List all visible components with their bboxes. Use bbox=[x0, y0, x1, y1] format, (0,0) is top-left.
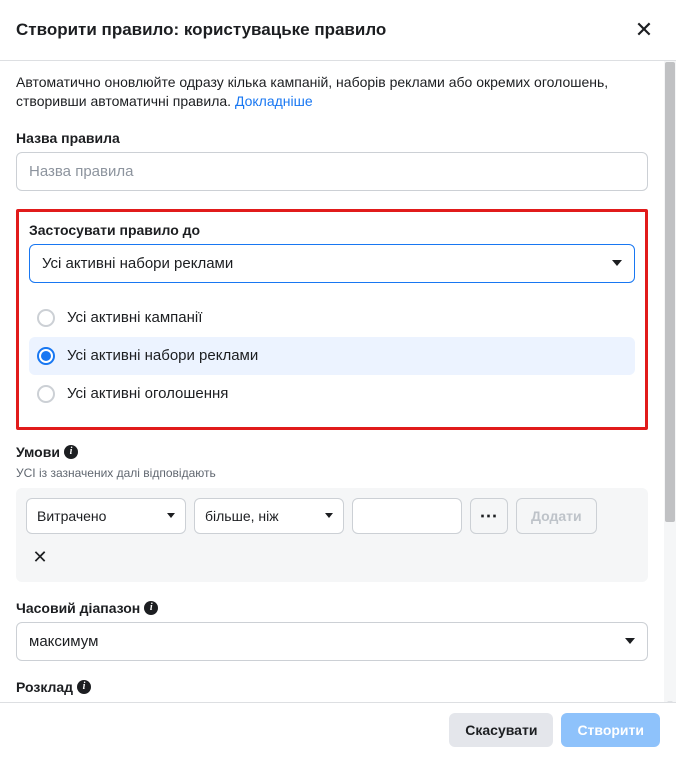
schedule-label: Розклад i bbox=[16, 679, 648, 695]
create-button[interactable]: Створити bbox=[561, 713, 660, 747]
radio-dot-icon bbox=[41, 351, 51, 361]
modal-content: Автоматично оновлюйте одразу кілька камп… bbox=[0, 61, 664, 711]
chevron-down-icon bbox=[625, 638, 635, 644]
operator-value: більше, ніж bbox=[205, 508, 279, 524]
close-button[interactable]: ✕ bbox=[628, 14, 660, 46]
condition-remove-button[interactable]: ✕ bbox=[26, 544, 54, 572]
apply-to-option-campaigns[interactable]: Усі активні кампанії bbox=[29, 299, 635, 337]
info-icon[interactable]: i bbox=[144, 601, 158, 615]
time-range-label: Часовий діапазон i bbox=[16, 600, 648, 616]
option-label: Усі активні оголошення bbox=[67, 385, 228, 402]
schedule-label-text: Розклад bbox=[16, 679, 73, 695]
apply-to-option-adsets[interactable]: Усі активні набори реклами bbox=[29, 337, 635, 375]
condition-operator-select[interactable]: більше, ніж bbox=[194, 498, 344, 534]
rule-name-label: Назва правила bbox=[16, 130, 648, 146]
condition-add-button[interactable]: Додати bbox=[516, 498, 597, 534]
modal-title: Створити правило: користувацьке правило bbox=[16, 20, 386, 40]
apply-to-option-ads[interactable]: Усі активні оголошення bbox=[29, 375, 635, 413]
intro-text: Автоматично оновлюйте одразу кілька камп… bbox=[16, 73, 648, 112]
apply-to-label: Застосувати правило до bbox=[29, 222, 635, 238]
condition-row: Витрачено більше, ніж ⋯ Додати bbox=[16, 488, 648, 534]
learn-more-link[interactable]: Докладніше bbox=[235, 93, 313, 109]
close-icon: ✕ bbox=[635, 17, 653, 42]
close-icon: ✕ bbox=[32, 547, 47, 568]
apply-to-highlight: Застосувати правило до Усі активні набор… bbox=[16, 209, 648, 430]
time-range-select[interactable]: максимум bbox=[16, 622, 648, 661]
cancel-button[interactable]: Скасувати bbox=[449, 713, 553, 747]
time-range-value: максимум bbox=[29, 633, 98, 650]
conditions-label: Умови i bbox=[16, 444, 648, 460]
modal-footer: Скасувати Створити bbox=[0, 702, 676, 757]
scrollbar-thumb[interactable] bbox=[665, 62, 675, 522]
chevron-down-icon bbox=[612, 260, 622, 266]
time-range-label-text: Часовий діапазон bbox=[16, 600, 140, 616]
info-icon[interactable]: i bbox=[64, 445, 78, 459]
option-label: Усі активні набори реклами bbox=[67, 347, 258, 364]
chevron-down-icon bbox=[167, 513, 175, 518]
radio-icon bbox=[37, 347, 55, 365]
radio-icon bbox=[37, 385, 55, 403]
condition-more-button[interactable]: ⋯ bbox=[470, 498, 508, 534]
metric-value: Витрачено bbox=[37, 508, 106, 524]
scrollbar-track[interactable]: ▴ ▾ bbox=[664, 61, 676, 711]
apply-to-select[interactable]: Усі активні набори реклами bbox=[29, 244, 635, 283]
rule-name-input[interactable] bbox=[16, 152, 648, 191]
ellipsis-icon: ⋯ bbox=[480, 506, 499, 526]
condition-value-input[interactable] bbox=[352, 498, 462, 534]
apply-to-selected-text: Усі активні набори реклами bbox=[42, 255, 233, 272]
option-label: Усі активні кампанії bbox=[67, 309, 202, 326]
chevron-down-icon bbox=[325, 513, 333, 518]
condition-metric-select[interactable]: Витрачено bbox=[26, 498, 186, 534]
info-icon[interactable]: i bbox=[77, 680, 91, 694]
conditions-sublabel: УСІ із зазначених далі відповідають bbox=[16, 466, 648, 480]
apply-to-options: Усі активні кампанії Усі активні набори … bbox=[29, 299, 635, 413]
scroll-area: Автоматично оновлюйте одразу кілька камп… bbox=[0, 61, 676, 711]
radio-icon bbox=[37, 309, 55, 327]
condition-close-row: ✕ bbox=[16, 534, 648, 582]
modal-header: Створити правило: користувацьке правило … bbox=[0, 0, 676, 61]
conditions-label-text: Умови bbox=[16, 444, 60, 460]
